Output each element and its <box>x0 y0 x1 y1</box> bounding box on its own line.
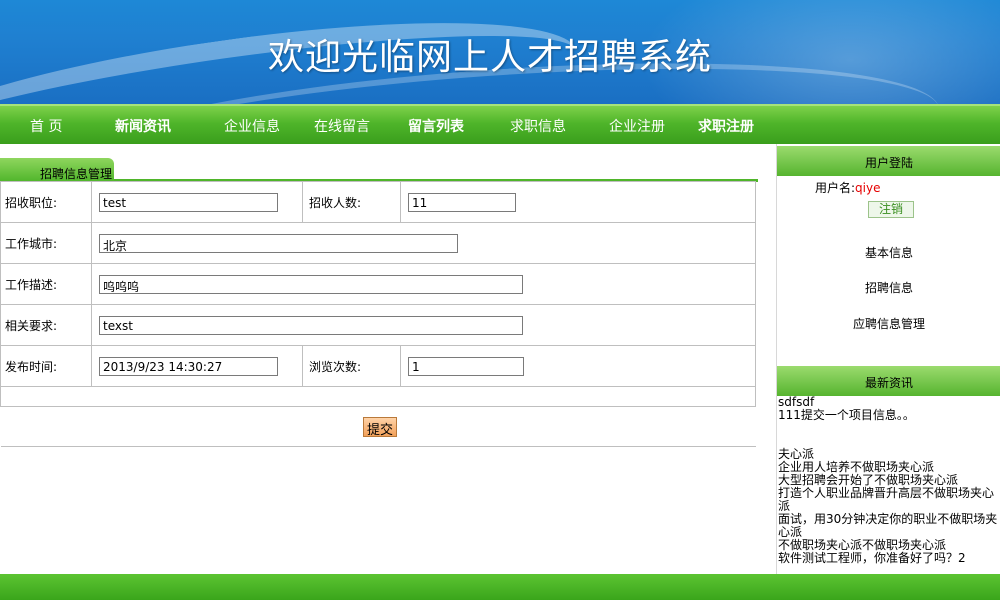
nav-message-list[interactable]: 留言列表 <box>408 116 464 136</box>
description-cell: 呜呜呜 <box>91 263 756 305</box>
username-line: 用户名:qiye <box>815 179 880 196</box>
nav-job-info[interactable]: 求职信息 <box>510 116 566 136</box>
right-sidebar: 用户登陆 用户名:qiye 注销 基本信息 招聘信息 应聘信息管理 最新资讯 s… <box>776 144 1000 574</box>
form-row: 发布时间: 2013/9/23 14:30:27 浏览次数: 1 <box>0 345 756 387</box>
form-row: 相关要求: texst <box>0 304 756 346</box>
count-input[interactable]: 11 <box>408 192 516 212</box>
news-item[interactable]: 面试，用30分钟决定你的职业不做职场夹心派 <box>778 513 1000 539</box>
views-cell: 1 <box>400 345 756 387</box>
requirements-cell: texst <box>91 304 756 346</box>
count-label: 招收人数: <box>302 181 401 223</box>
views-label: 浏览次数: <box>302 345 401 387</box>
requirements-input[interactable]: texst <box>99 315 523 335</box>
footer-bar <box>0 574 1000 600</box>
city-label: 工作城市: <box>0 222 92 264</box>
position-cell: test <box>91 181 303 223</box>
header-banner: 欢迎光临网上人才招聘系统 <box>0 0 1000 104</box>
nav-online-message[interactable]: 在线留言 <box>314 116 370 136</box>
description-input[interactable]: 呜呜呜 <box>99 274 523 294</box>
login-panel-title: 用户登陆 <box>777 146 1000 176</box>
sidebar-link-basic-info[interactable]: 基本信息 <box>777 244 1000 261</box>
nav-news[interactable]: 新闻资讯 <box>115 116 171 136</box>
submit-button[interactable]: 提交 <box>362 416 397 438</box>
count-cell: 11 <box>400 181 756 223</box>
username-value: qiye <box>855 181 881 195</box>
city-cell: 北京 <box>91 222 756 264</box>
description-label: 工作描述: <box>0 263 92 305</box>
city-input[interactable]: 北京 <box>99 233 458 253</box>
main-nav: 首 页 新闻资讯 企业信息 在线留言 留言列表 求职信息 企业注册 求职注册 <box>0 104 1000 144</box>
nav-home[interactable]: 首 页 <box>30 116 62 136</box>
publish-time-label: 发布时间: <box>0 345 92 387</box>
form-submit-row: 提交 <box>0 406 756 447</box>
sidebar-link-recruitment-info[interactable]: 招聘信息 <box>777 279 1000 296</box>
form-row: 工作城市: 北京 <box>0 222 756 264</box>
sidebar-link-application-management[interactable]: 应聘信息管理 <box>777 315 1000 332</box>
username-label: 用户名: <box>815 181 856 195</box>
form-row: 招收职位: test 招收人数: 11 <box>0 181 756 223</box>
position-input[interactable]: test <box>99 192 278 212</box>
submit-cell: 提交 <box>0 406 756 447</box>
form-row: 工作描述: 呜呜呜 <box>0 263 756 305</box>
publish-time-input[interactable]: 2013/9/23 14:30:27 <box>99 356 278 376</box>
form-spacer-row <box>0 386 756 407</box>
nav-seeker-register[interactable]: 求职注册 <box>698 116 754 136</box>
spacer-cell <box>0 386 756 407</box>
publish-time-cell: 2013/9/23 14:30:27 <box>91 345 303 387</box>
recruitment-form: 招收职位: test 招收人数: 11 工作城市: 北京 工作描述: 呜呜呜 相… <box>0 181 756 447</box>
nav-company-register[interactable]: 企业注册 <box>609 116 665 136</box>
position-label: 招收职位: <box>0 181 92 223</box>
main-panel: 招聘信息管理 招收职位: test 招收人数: 11 工作城市: 北京 工作描述… <box>0 144 770 464</box>
nav-company-info[interactable]: 企业信息 <box>224 116 280 136</box>
tab-recruitment-management[interactable]: 招聘信息管理 <box>0 158 114 182</box>
news-item-blank <box>778 422 1000 448</box>
news-panel-title: 最新资讯 <box>777 366 1000 396</box>
news-item[interactable]: 111提交一个项目信息。。 <box>778 409 1000 422</box>
panel-tab-row: 招聘信息管理 <box>0 158 758 182</box>
logout-button[interactable]: 注销 <box>868 201 914 218</box>
news-list: sdfsdf 111提交一个项目信息。。 夫心派 企业用人培养不做职场夹心派 大… <box>778 396 1000 565</box>
requirements-label: 相关要求: <box>0 304 92 346</box>
news-item[interactable]: 软件测试工程师，你准备好了吗？2 <box>778 552 1000 565</box>
site-title: 欢迎光临网上人才招聘系统 <box>268 37 713 78</box>
news-item[interactable]: 打造个人职业品牌晋升高层不做职场夹心派 <box>778 487 1000 513</box>
views-input[interactable]: 1 <box>408 356 524 376</box>
